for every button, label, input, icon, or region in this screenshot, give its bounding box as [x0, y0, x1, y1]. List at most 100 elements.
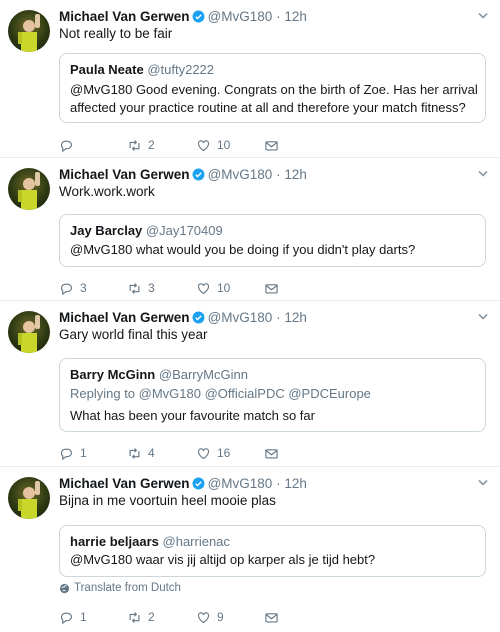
like-icon — [197, 139, 210, 151]
reply-button[interactable] — [59, 136, 80, 154]
reply-button[interactable]: 3 — [59, 279, 87, 297]
author-name[interactable]: Michael Van Gerwen — [59, 476, 190, 491]
message-icon — [265, 448, 278, 458]
author-handle[interactable]: @MvG180 — [208, 167, 273, 182]
avatar[interactable] — [8, 10, 50, 52]
like-count: 9 — [217, 610, 224, 624]
tweet-text: Not really to be fair — [59, 26, 173, 41]
message-icon — [265, 140, 278, 150]
translate-link[interactable]: Translate from Dutch — [59, 582, 181, 594]
reply-icon — [60, 283, 73, 295]
quoted-text-line: @MvG180 waar vis jij altijd op karper al… — [70, 552, 376, 567]
separator: · — [276, 9, 281, 24]
caret-down-icon[interactable] — [478, 12, 488, 20]
quoted-text-line: @MvG180 Good evening. Congrats on the bi… — [70, 82, 478, 97]
like-button[interactable]: 10 — [196, 279, 230, 297]
timestamp[interactable]: 12h — [284, 310, 307, 325]
globe-icon — [59, 583, 70, 593]
like-count: 16 — [217, 446, 231, 460]
timestamp[interactable]: 12h — [284, 167, 307, 182]
tweet-actions: 1 4 16 — [59, 444, 319, 462]
retweet-button[interactable]: 2 — [127, 608, 155, 626]
avatar[interactable] — [8, 311, 50, 353]
tweet-header: Michael Van Gerwen @MvG180 · 12h — [59, 9, 307, 24]
caret-down-icon[interactable] — [478, 479, 488, 487]
retweet-icon — [129, 282, 140, 294]
message-button[interactable] — [264, 279, 285, 297]
tweet[interactable]: Michael Van Gerwen @MvG180 · 12h Not real… — [0, 0, 500, 158]
tweet-text: Work.work.work — [59, 184, 155, 199]
message-icon — [265, 283, 278, 293]
quoted-handle: @Jay170409 — [145, 223, 223, 238]
verified-badge-icon — [192, 311, 205, 324]
tweet-actions: 1 2 9 — [59, 608, 319, 626]
retweet-count: 3 — [148, 281, 155, 295]
quoted-tweet[interactable]: Paula Neate @tufty2222 @MvG180 Good even… — [59, 53, 486, 123]
reply-button[interactable]: 1 — [59, 608, 87, 626]
quoted-tweet[interactable]: harrie beljaars @harrienac @MvG180 waar … — [59, 525, 486, 577]
tweet-actions: 2 10 — [59, 136, 319, 154]
reply-count: 3 — [80, 281, 87, 295]
quoted-text-line: @MvG180 what would you be doing if you d… — [70, 242, 416, 257]
author-handle[interactable]: @MvG180 — [208, 9, 273, 24]
author-handle[interactable]: @MvG180 — [208, 310, 273, 325]
tweet-actions: 3 3 10 — [59, 279, 319, 297]
separator: · — [276, 310, 281, 325]
retweet-button[interactable]: 4 — [127, 444, 155, 462]
like-icon — [197, 611, 210, 623]
quoted-text-line: What has been your favourite match so fa… — [70, 408, 315, 423]
separator: · — [276, 167, 281, 182]
author-name[interactable]: Michael Van Gerwen — [59, 9, 190, 24]
like-button[interactable]: 16 — [196, 444, 230, 462]
quoted-author: Jay Barclay — [70, 223, 143, 238]
quoted-author: harrie beljaars — [70, 534, 159, 549]
retweet-button[interactable]: 2 — [127, 136, 155, 154]
author-name[interactable]: Michael Van Gerwen — [59, 167, 190, 182]
verified-badge-icon — [192, 10, 205, 23]
like-count: 10 — [217, 281, 231, 295]
message-button[interactable] — [264, 136, 285, 154]
caret-down-icon[interactable] — [478, 170, 488, 178]
like-icon — [197, 447, 210, 459]
retweet-button[interactable]: 3 — [127, 279, 155, 297]
caret-down-icon[interactable] — [478, 313, 488, 321]
replying-to: Replying to @MvG180 @OfficialPDC @PDCEur… — [70, 386, 371, 401]
quoted-tweet[interactable]: Barry McGinn @BarryMcGinn Replying to @M… — [59, 358, 486, 432]
like-count: 10 — [217, 138, 231, 152]
timestamp[interactable]: 12h — [284, 9, 307, 24]
quoted-text-line: affected your practice routine at all an… — [70, 100, 466, 115]
reply-icon — [60, 612, 73, 624]
separator: · — [276, 476, 281, 491]
retweet-icon — [129, 611, 140, 623]
retweet-count: 2 — [148, 138, 155, 152]
tweet[interactable]: Michael Van Gerwen @MvG180 · 12h Gary wor… — [0, 301, 500, 467]
timeline-feed: Michael Van Gerwen @MvG180 · 12h Not real… — [0, 0, 500, 632]
like-button[interactable]: 9 — [196, 608, 224, 626]
tweet[interactable]: Michael Van Gerwen @MvG180 · 12h Work.wor… — [0, 158, 500, 301]
retweet-count: 4 — [148, 446, 155, 460]
reply-icon — [60, 448, 73, 460]
quoted-author: Barry McGinn — [70, 367, 156, 382]
like-button[interactable]: 10 — [196, 136, 230, 154]
message-button[interactable] — [264, 608, 285, 626]
reply-count: 1 — [80, 446, 87, 460]
quoted-header: harrie beljaars @harrienac — [70, 534, 230, 549]
retweet-icon — [129, 447, 140, 459]
author-name[interactable]: Michael Van Gerwen — [59, 310, 190, 325]
reply-button[interactable]: 1 — [59, 444, 87, 462]
translate-label: Translate from Dutch — [74, 582, 181, 594]
retweet-icon — [129, 139, 140, 151]
quoted-handle: @tufty2222 — [147, 62, 215, 77]
tweet[interactable]: Michael Van Gerwen @MvG180 · 12h Bijna in… — [0, 467, 500, 632]
message-button[interactable] — [264, 444, 285, 462]
quoted-tweet[interactable]: Jay Barclay @Jay170409 @MvG180 what woul… — [59, 214, 486, 267]
timestamp[interactable]: 12h — [284, 476, 307, 491]
author-handle[interactable]: @MvG180 — [208, 476, 273, 491]
reply-icon — [60, 140, 73, 152]
tweet-header: Michael Van Gerwen @MvG180 · 12h — [59, 167, 307, 182]
avatar[interactable] — [8, 168, 50, 210]
avatar[interactable] — [8, 477, 50, 519]
verified-badge-icon — [192, 168, 205, 181]
like-icon — [197, 282, 210, 294]
verified-badge-icon — [192, 477, 205, 490]
